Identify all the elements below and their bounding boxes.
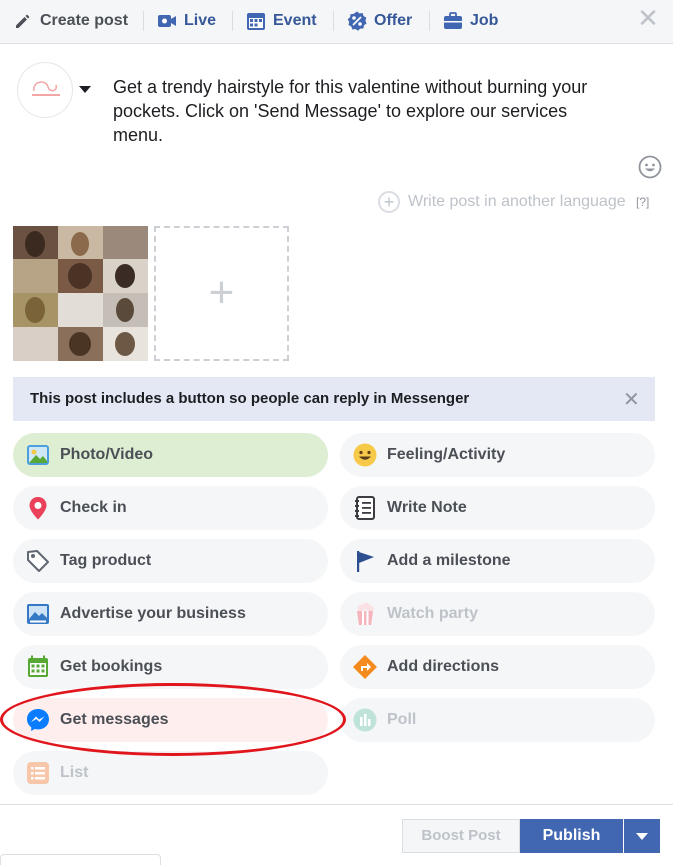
popcorn-icon bbox=[357, 602, 374, 625]
calendar-grid-icon bbox=[28, 655, 48, 677]
option-label: Add directions bbox=[387, 658, 500, 675]
footer-divider bbox=[0, 804, 673, 805]
publish-options-dropdown[interactable] bbox=[624, 819, 660, 853]
write-in-another-language[interactable]: + Write post in another language bbox=[378, 191, 626, 213]
option-label: Check in bbox=[60, 499, 127, 516]
price-tag-icon bbox=[27, 550, 49, 572]
option-photo-video[interactable]: Photo/Video bbox=[13, 433, 328, 477]
tab-create-post[interactable]: Create post bbox=[13, 9, 128, 33]
option-add-milestone[interactable]: Add a milestone bbox=[340, 539, 655, 583]
banner-text: This post includes a button so people ca… bbox=[30, 390, 470, 407]
directions-icon bbox=[353, 655, 377, 679]
boost-post-button[interactable]: Boost Post bbox=[402, 819, 520, 853]
option-label: List bbox=[60, 764, 89, 781]
messenger-info-banner: This post includes a button so people ca… bbox=[13, 377, 655, 421]
tab-divider bbox=[143, 11, 144, 31]
tab-event[interactable]: Event bbox=[246, 9, 317, 33]
hairstyle-collage-image bbox=[13, 226, 148, 361]
option-list: List bbox=[13, 751, 328, 795]
option-poll: Poll bbox=[340, 698, 655, 742]
tab-label: Offer bbox=[374, 12, 413, 29]
post-text-input[interactable]: Get a trendy hairstyle for this valentin… bbox=[113, 75, 613, 147]
option-label: Advertise your business bbox=[60, 605, 246, 622]
percent-badge-icon bbox=[347, 11, 367, 31]
notebook-icon bbox=[355, 496, 375, 520]
add-circle-icon: + bbox=[378, 191, 400, 213]
option-label: Add a milestone bbox=[387, 552, 511, 569]
location-pin-icon bbox=[29, 497, 47, 520]
option-add-directions[interactable]: Add directions bbox=[340, 645, 655, 689]
tab-job[interactable]: Job bbox=[443, 9, 498, 33]
option-label: Watch party bbox=[387, 605, 478, 622]
option-advertise-business[interactable]: Advertise your business bbox=[13, 592, 328, 636]
pencil-icon bbox=[16, 14, 30, 28]
option-tag-product[interactable]: Tag product bbox=[13, 539, 328, 583]
calendar-icon bbox=[247, 13, 265, 30]
smiley-icon bbox=[353, 443, 377, 467]
attached-photo-thumbnail[interactable] bbox=[13, 226, 148, 361]
tab-label: Create post bbox=[40, 12, 129, 29]
list-icon bbox=[27, 762, 49, 784]
option-check-in[interactable]: Check in bbox=[13, 486, 328, 530]
plus-icon: + bbox=[208, 268, 235, 317]
option-label: Get bookings bbox=[60, 658, 163, 675]
option-label: Tag product bbox=[60, 552, 152, 569]
brand-logo-icon bbox=[32, 81, 60, 96]
option-feeling-activity[interactable]: Feeling/Activity bbox=[340, 433, 655, 477]
advertise-icon bbox=[27, 604, 49, 624]
tab-label: Event bbox=[273, 12, 317, 29]
video-camera-icon bbox=[158, 15, 176, 27]
option-watch-party: Watch party bbox=[340, 592, 655, 636]
flag-icon bbox=[357, 551, 374, 572]
photo-icon bbox=[27, 445, 49, 465]
publish-button[interactable]: Publish bbox=[520, 819, 623, 853]
option-label: Write Note bbox=[387, 499, 467, 516]
close-icon[interactable]: ✕ bbox=[623, 387, 640, 412]
language-help-link[interactable]: [?] bbox=[636, 195, 649, 209]
chevron-down-icon[interactable] bbox=[79, 86, 91, 93]
briefcase-icon bbox=[444, 12, 462, 29]
tab-divider bbox=[429, 11, 430, 31]
tab-label: Live bbox=[184, 12, 217, 29]
tab-divider bbox=[333, 11, 334, 31]
tab-divider bbox=[232, 11, 233, 31]
highlight-oval bbox=[0, 683, 346, 756]
option-label: Feeling/Activity bbox=[387, 446, 506, 463]
option-write-note[interactable]: Write Note bbox=[340, 486, 655, 530]
partial-panel-edge bbox=[0, 854, 161, 865]
option-label: Photo/Video bbox=[60, 446, 154, 463]
tab-label: Job bbox=[470, 12, 499, 29]
close-icon[interactable]: ✕ bbox=[636, 5, 660, 31]
option-label: Poll bbox=[387, 711, 417, 728]
language-prompt: Write post in another language bbox=[408, 193, 626, 210]
emoji-icon[interactable] bbox=[638, 155, 662, 179]
tab-live[interactable]: Live bbox=[157, 9, 216, 33]
add-photo-button[interactable]: + bbox=[154, 226, 289, 361]
page-avatar[interactable] bbox=[17, 62, 73, 118]
composer-tab-bar: Create post Live Event Offer Job ✕ bbox=[0, 0, 673, 44]
tab-offer[interactable]: Offer bbox=[347, 9, 412, 33]
poll-icon bbox=[353, 708, 377, 732]
